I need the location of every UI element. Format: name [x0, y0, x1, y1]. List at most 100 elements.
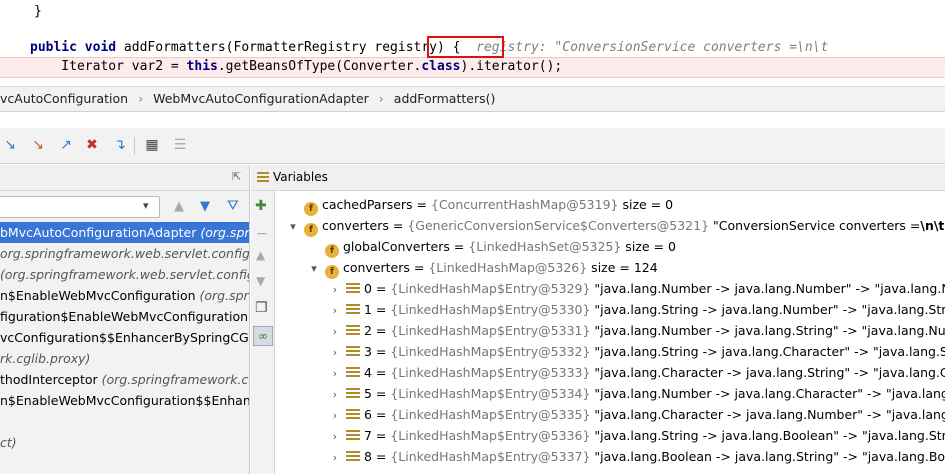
filter-icon[interactable]: ⛛ [227, 198, 239, 214]
drop-frame-icon[interactable]: ✖ [84, 137, 100, 153]
entry-icon [345, 325, 360, 336]
force-step-into-icon[interactable]: ↘ [30, 137, 46, 153]
expand-toggle-icon[interactable]: › [328, 447, 342, 468]
variable-value: "java.lang.String -> java.lang.Character… [594, 344, 945, 359]
variables-header: Variables [251, 165, 945, 191]
toolbar-divider [134, 137, 135, 155]
expand-toggle-icon[interactable]: › [328, 321, 342, 342]
variable-row[interactable]: › 1 = {LinkedHashMap$Entry@5330} "java.l… [328, 299, 945, 320]
frame-item[interactable]: (org.springframework.web.servlet.config.… [0, 264, 249, 285]
frame-item[interactable]: rk.cglib.proxy) [0, 348, 249, 369]
frame-package: (org.spring [200, 225, 250, 240]
variable-type: {LinkedHashMap$Entry@5334} [390, 386, 591, 401]
trace-icon[interactable]: ☰ [172, 137, 188, 153]
move-down-icon[interactable]: ▼ [256, 274, 265, 288]
evaluate-expression-icon[interactable]: ▦ [144, 137, 160, 153]
frame-item[interactable]: n$EnableWebMvcConfiguration$$Enhance [0, 390, 250, 411]
frame-item[interactable]: thodInterceptor (org.springframework.con [0, 369, 250, 390]
variable-value-escape: \n\t [920, 218, 945, 233]
frame-method: n$EnableWebMvcConfiguration [0, 288, 200, 303]
variable-name: 5 [363, 386, 372, 401]
frame-method: n$EnableWebMvcConfiguration$$Enhance [0, 393, 250, 408]
variable-row[interactable]: › 6 = {LinkedHashMap$Entry@5335} "java.l… [328, 404, 945, 425]
variable-row[interactable]: › 8 = {LinkedHashMap$Entry@5337} "java.l… [328, 446, 945, 467]
variable-row[interactable]: ▾ f converters = {LinkedHashMap@5326} siz… [307, 257, 658, 279]
expand-toggle-icon[interactable]: › [328, 384, 342, 405]
frame-method: bMvcAutoConfigurationAdapter [0, 225, 201, 240]
variable-value: "java.lang.String -> java.lang.Boolean" … [594, 428, 945, 443]
pin-icon[interactable]: ⇱ [232, 170, 241, 183]
debug-toolbar: ↘ ↘ ↗ ✖ ↴ ▦ ☰ [0, 128, 945, 164]
frame-package: (org.springframework.con [101, 372, 250, 387]
variables-actions: ✚ − ▲ ▼ ❐ ∞ [251, 190, 275, 474]
field-icon: f [324, 265, 339, 279]
frame-package: org.springframework.web.servlet.config.a… [0, 246, 250, 261]
arrow-up-icon[interactable]: ▲ [174, 199, 184, 214]
variable-row[interactable]: › 2 = {LinkedHashMap$Entry@5331} "java.l… [328, 320, 945, 341]
field-icon: f [303, 223, 318, 237]
step-out-icon[interactable]: ↗ [58, 137, 74, 153]
expand-toggle-icon[interactable]: ▾ [286, 216, 300, 237]
variable-name: 1 [363, 302, 372, 317]
variable-type: {LinkedHashMap$Entry@5337} [390, 449, 591, 464]
expand-toggle-icon[interactable]: › [328, 363, 342, 384]
frame-item[interactable]: vcConfiguration$$EnhancerBySpringCGLIB$ [0, 327, 249, 348]
variable-row[interactable]: › 3 = {LinkedHashMap$Entry@5332} "java.l… [328, 341, 945, 362]
variables-icon [257, 172, 269, 183]
variable-value: "java.lang.String -> java.lang.Number" -… [594, 302, 945, 317]
variable-row[interactable]: f globalConverters = {LinkedHashSet@5325}… [307, 236, 676, 258]
thread-select[interactable]: ▾ [0, 196, 160, 218]
move-up-icon[interactable]: ▲ [256, 248, 265, 262]
arrow-down-icon[interactable]: ▼ [200, 199, 210, 214]
frame-item[interactable]: n$EnableWebMvcConfiguration (org.spri [0, 285, 249, 306]
frame-item[interactable]: figuration$EnableWebMvcConfiguration$$ [0, 306, 250, 327]
expand-toggle-icon[interactable]: › [328, 300, 342, 321]
breadcrumb-item[interactable]: addFormatters() [394, 91, 496, 106]
variable-row[interactable]: › 5 = {LinkedHashMap$Entry@5334} "java.l… [328, 383, 945, 404]
code-line: } [34, 4, 42, 19]
frame-item[interactable] [0, 411, 249, 432]
variable-name: converters [321, 218, 389, 233]
expand-toggle-icon[interactable]: ▾ [307, 258, 321, 279]
variable-row[interactable]: f cachedParsers = {ConcurrentHashMap@5319… [286, 194, 673, 216]
field-icon: f [303, 202, 318, 216]
watches-toggle-icon[interactable]: ∞ [253, 326, 273, 346]
frame-item[interactable]: org.springframework.web.servlet.config.a… [0, 243, 250, 264]
variables-tree[interactable]: f cachedParsers = {ConcurrentHashMap@5319… [276, 191, 945, 474]
entry-icon [345, 283, 360, 294]
remove-watch-icon[interactable]: − [256, 226, 268, 242]
variable-type: {LinkedHashMap$Entry@5329} [390, 281, 591, 296]
frame-item[interactable]: ct) [0, 432, 249, 453]
variable-value: "java.lang.Boolean -> java.lang.String" … [594, 449, 945, 464]
breadcrumb-item[interactable]: WebMvcAutoConfigurationAdapter [153, 91, 369, 106]
expand-toggle-icon[interactable]: › [328, 405, 342, 426]
variable-name: 8 [363, 449, 372, 464]
variable-row[interactable]: › 4 = {LinkedHashMap$Entry@5333} "java.l… [328, 362, 945, 383]
variable-name: globalConverters [342, 239, 450, 254]
variable-type: {LinkedHashMap$Entry@5332} [390, 344, 591, 359]
step-into-icon[interactable]: ↘ [2, 137, 18, 153]
expand-toggle-icon[interactable]: › [328, 279, 342, 300]
expand-toggle-icon[interactable]: › [328, 342, 342, 363]
variable-row[interactable]: › 0 = {LinkedHashMap$Entry@5329} "java.l… [328, 278, 945, 299]
variable-type: {GenericConversionService$Converters@532… [407, 218, 710, 233]
variable-type: {LinkedHashMap$Entry@5330} [390, 302, 591, 317]
variable-type: {LinkedHashMap$Entry@5333} [390, 365, 591, 380]
frame-method: figuration$EnableWebMvcConfiguration$$ [0, 309, 250, 324]
variable-name: 3 [363, 344, 372, 359]
variable-row[interactable]: › 7 = {LinkedHashMap$Entry@5336} "java.l… [328, 425, 945, 446]
variable-row[interactable]: ▾ f converters = {GenericConversionServic… [286, 215, 945, 237]
frame-method: thodInterceptor [0, 372, 102, 387]
variable-value: "java.lang.Character -> java.lang.String… [594, 365, 945, 380]
expand-toggle-icon[interactable]: › [328, 426, 342, 447]
code-editor[interactable]: } public void addFormatters(FormatterReg… [0, 0, 945, 80]
entry-icon [345, 346, 360, 357]
variable-value: "ConversionService converters = [709, 218, 921, 233]
add-watch-icon[interactable]: ✚ [255, 198, 267, 214]
frame-item[interactable]: bMvcAutoConfigurationAdapter (org.spring [0, 222, 250, 243]
copy-icon[interactable]: ❐ [255, 300, 268, 316]
entry-icon [345, 304, 360, 315]
variable-value: size = 124 [587, 260, 658, 275]
run-to-cursor-icon[interactable]: ↴ [112, 137, 128, 153]
breadcrumb-item[interactable]: vcAutoConfiguration [0, 91, 128, 106]
